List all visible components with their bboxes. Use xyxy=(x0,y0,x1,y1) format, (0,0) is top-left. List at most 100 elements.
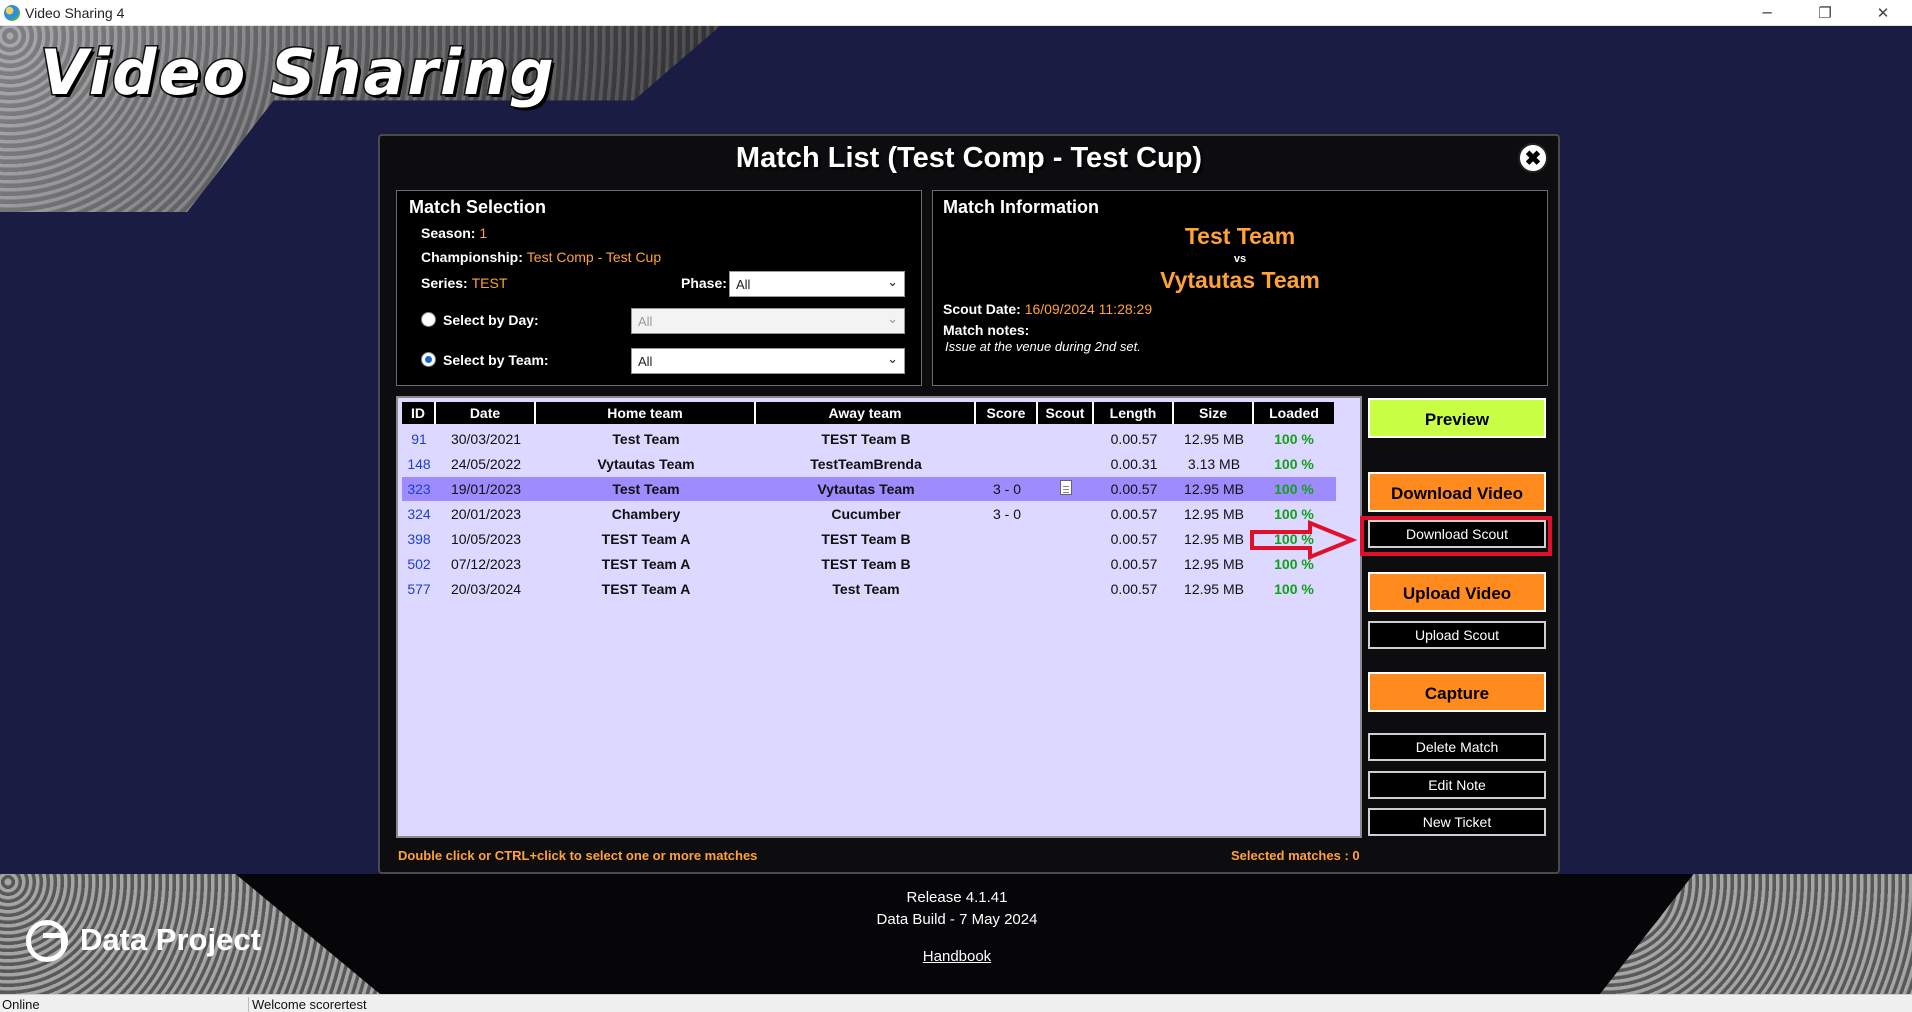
cell-away: Cucumber xyxy=(831,506,901,522)
cell-loaded: 100 % xyxy=(1274,581,1314,597)
company-name: Data Project xyxy=(80,922,261,957)
cell-id: 324 xyxy=(407,506,431,522)
cell-id: 502 xyxy=(407,556,431,572)
table-row[interactable]: 148 24/05/2022 Vytautas Team TestTeamBrenda… xyxy=(402,452,1336,476)
phase-value: All xyxy=(736,277,751,292)
selection-help-text: Double click or CTRL+click to select one… xyxy=(398,848,758,863)
cell-length: 0.00.57 xyxy=(1110,556,1158,572)
window-title: Video Sharing 4 xyxy=(25,5,125,21)
match-information-heading: Match Information xyxy=(943,197,1099,217)
minimize-button[interactable]: ─ xyxy=(1738,0,1796,26)
edit-note-button[interactable]: Edit Note xyxy=(1368,771,1546,799)
cell-scout xyxy=(1038,480,1094,499)
table-row[interactable]: 324 20/01/2023 Chambery Cucumber 3 - 0 0.00.5… xyxy=(402,502,1336,526)
cell-home: TEST Team A xyxy=(601,531,691,547)
phase-dropdown[interactable]: All ⌄ xyxy=(729,271,905,297)
close-window-button[interactable]: ✕ xyxy=(1854,0,1912,26)
series-value: TEST xyxy=(471,275,508,291)
select-by-team-label: Select by Team: xyxy=(443,352,549,368)
cell-id: 323 xyxy=(407,481,431,497)
select-by-team-value: All xyxy=(638,354,653,369)
table-row[interactable]: 91 30/03/2021 Test Team TEST Team B 0.00.57 1… xyxy=(402,427,1336,451)
scout-date-value: 16/09/2024 11:28:29 xyxy=(1024,301,1153,317)
dialog-close-icon[interactable]: ✖ xyxy=(1518,143,1548,173)
cell-size: 3.13 MB xyxy=(1187,456,1241,472)
delete-match-button[interactable]: Delete Match xyxy=(1368,733,1546,761)
upload-scout-button[interactable]: Upload Scout xyxy=(1368,621,1546,649)
cell-date: 20/01/2023 xyxy=(450,506,522,522)
home-team-name: Test Team xyxy=(1184,223,1296,249)
select-by-team-dropdown[interactable]: All ⌄ xyxy=(631,348,905,374)
selected-count-text: Selected matches : 0 xyxy=(1231,848,1360,863)
cell-id: 148 xyxy=(407,456,431,472)
col-header-scout[interactable]: Scout xyxy=(1038,402,1094,424)
cell-size: 12.95 MB xyxy=(1184,431,1244,447)
cell-date: 30/03/2021 xyxy=(450,431,522,447)
download-video-button[interactable]: Download Video xyxy=(1368,472,1546,512)
match-notes-value: Issue at the venue during 2nd set. xyxy=(945,339,1141,354)
col-header-score[interactable]: Score xyxy=(976,402,1038,424)
cell-date: 10/05/2023 xyxy=(450,531,522,547)
preview-button[interactable]: Preview xyxy=(1368,398,1546,438)
col-header-date[interactable]: Date xyxy=(436,402,536,424)
table-row[interactable]: 323 19/01/2023 Test Team Vytautas Team 3 - 0… xyxy=(402,477,1336,501)
chevron-down-icon: ⌄ xyxy=(887,352,898,367)
table-row[interactable]: 577 20/03/2024 TEST Team A Test Team 0.00.57… xyxy=(402,577,1336,601)
col-header-home-team[interactable]: Home team xyxy=(536,402,756,424)
series-label: Series: xyxy=(421,275,468,291)
cell-size: 12.95 MB xyxy=(1184,481,1244,497)
status-bar: Online Welcome scorertest xyxy=(0,994,1912,1012)
col-header-length[interactable]: Length xyxy=(1094,402,1174,424)
cell-length: 0.00.57 xyxy=(1110,506,1158,522)
match-selection-panel: Match Selection Season: 1 Championship: … xyxy=(396,190,922,386)
col-header-size[interactable]: Size xyxy=(1174,402,1254,424)
download-scout-button[interactable]: Download Scout xyxy=(1368,520,1546,548)
select-by-day-label: Select by Day: xyxy=(443,312,539,328)
cell-size: 12.95 MB xyxy=(1184,581,1244,597)
new-ticket-button[interactable]: New Ticket xyxy=(1368,808,1546,836)
red-arrow-icon xyxy=(1250,520,1358,560)
app-logo-text: Video Sharing xyxy=(39,35,556,111)
season-row: Season: 1 xyxy=(421,225,487,241)
championship-label: Championship: xyxy=(421,249,523,265)
col-header-loaded[interactable]: Loaded xyxy=(1254,402,1334,424)
cell-away: TEST Team B xyxy=(821,531,911,547)
cell-size: 12.95 MB xyxy=(1184,531,1244,547)
handbook-link[interactable]: Handbook xyxy=(880,948,1034,965)
table-row[interactable]: 502 07/12/2023 TEST Team A TEST Team B 0.00.… xyxy=(402,552,1336,576)
cell-length: 0.00.57 xyxy=(1110,531,1158,547)
match-selection-heading: Match Selection xyxy=(409,197,547,217)
cell-home: Chambery xyxy=(611,506,681,522)
cell-id: 91 xyxy=(411,431,427,447)
vs-label: vs xyxy=(1233,253,1247,265)
cell-id: 577 xyxy=(407,581,431,597)
cell-date: 20/03/2024 xyxy=(450,581,522,597)
data-build: Data Build - 7 May 2024 xyxy=(876,911,1038,928)
match-information-panel: Match Information Test Team vs Vytautas … xyxy=(932,190,1548,386)
cell-date: 19/01/2023 xyxy=(450,481,522,497)
select-by-day-dropdown[interactable]: All ⌄ xyxy=(631,308,905,334)
capture-button[interactable]: Capture xyxy=(1368,672,1546,712)
upload-video-button[interactable]: Upload Video xyxy=(1368,572,1546,612)
cell-size: 12.95 MB xyxy=(1184,506,1244,522)
series-row: Series: TEST xyxy=(421,275,507,291)
cell-date: 07/12/2023 xyxy=(450,556,522,572)
col-header-id[interactable]: ID xyxy=(402,402,436,424)
scout-date-label: Scout Date: xyxy=(943,301,1021,317)
select-by-day-radio[interactable] xyxy=(421,312,436,327)
cell-home: TEST Team A xyxy=(601,556,691,572)
cell-home: Vytautas Team xyxy=(597,456,695,472)
table-row[interactable]: 398 10/05/2023 TEST Team A TEST Team B 0.00.… xyxy=(402,527,1336,551)
connection-status: Online xyxy=(2,997,40,1012)
chevron-down-icon: ⌄ xyxy=(887,275,898,290)
restore-button[interactable]: ❐ xyxy=(1796,0,1854,26)
select-by-team-radio[interactable] xyxy=(421,352,436,367)
championship-value: Test Comp - Test Cup xyxy=(526,249,662,265)
championship-row: Championship: Test Comp - Test Cup xyxy=(421,249,661,265)
release-version: Release 4.1.41 xyxy=(906,889,1008,906)
cell-away: Test Team xyxy=(832,581,900,597)
status-divider xyxy=(248,997,249,1012)
cell-length: 0.00.57 xyxy=(1110,481,1158,497)
col-header-away-team[interactable]: Away team xyxy=(756,402,976,424)
cell-date: 24/05/2022 xyxy=(450,456,522,472)
